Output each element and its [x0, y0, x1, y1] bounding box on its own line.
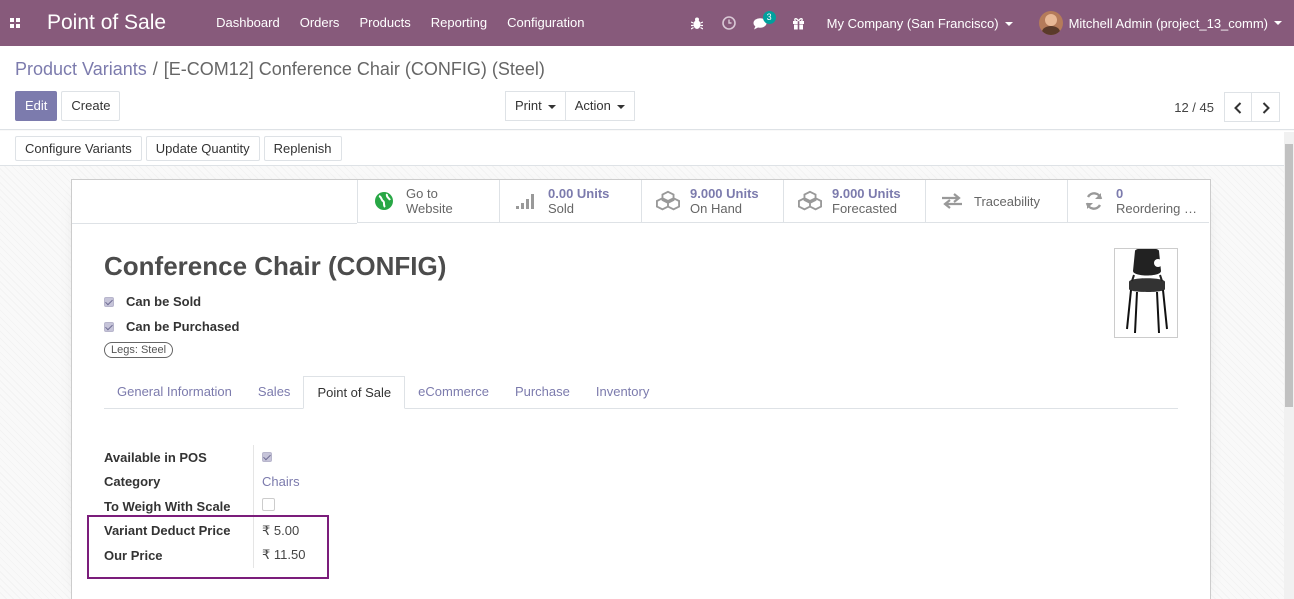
signal-icon: [514, 189, 538, 213]
sold-value: 0.00 Units: [548, 186, 610, 201]
forecasted-smart-button[interactable]: 9.000 Units Forecasted: [783, 180, 925, 223]
clock-icon[interactable]: [713, 0, 745, 46]
action-dropdown[interactable]: Action: [565, 91, 635, 121]
can-be-sold-row: Can be Sold: [104, 294, 201, 309]
on-hand-smart-button[interactable]: 9.000 Units On Hand: [641, 180, 783, 223]
on-hand-label: On Hand: [690, 201, 743, 216]
forecasted-label: Forecasted: [832, 201, 898, 216]
print-label: Print: [515, 98, 542, 113]
breadcrumb-separator: /: [152, 59, 158, 79]
bug-icon[interactable]: [681, 0, 713, 46]
reordering-label: Reordering Rules: [1116, 201, 1206, 216]
available-in-pos-checkbox[interactable]: [262, 451, 272, 462]
chevron-down-icon: [547, 104, 556, 109]
category-label: Category: [104, 469, 254, 494]
on-hand-value: 9.000 Units: [690, 186, 759, 201]
website-smart-button[interactable]: Go to Website: [357, 180, 499, 223]
field-row: Available in POS: [104, 445, 305, 470]
top-navbar: Point of Sale Dashboard Orders Products …: [0, 0, 1294, 46]
tab-purchase[interactable]: Purchase: [502, 376, 583, 408]
sold-label: Sold: [548, 201, 575, 216]
reordering-smart-button[interactable]: 0Reordering Rules: [1067, 180, 1209, 223]
to-weigh-checkbox[interactable]: [262, 498, 275, 512]
menu-products[interactable]: Products: [349, 0, 420, 46]
tab-sales[interactable]: Sales: [245, 376, 304, 408]
gift-icon[interactable]: [783, 0, 815, 46]
messages-icon[interactable]: 3: [745, 0, 777, 46]
cubes-icon: [656, 189, 680, 213]
reordering-value: 0: [1116, 186, 1124, 201]
apps-menu-icon[interactable]: [0, 0, 30, 46]
traceability-smart-button[interactable]: Traceability: [925, 180, 1067, 223]
globe-icon: [372, 189, 396, 213]
create-button[interactable]: Create: [61, 91, 121, 121]
breadcrumb-parent-link[interactable]: Product Variants: [15, 59, 147, 79]
cubes-icon: [798, 189, 822, 213]
tab-ecommerce[interactable]: eCommerce: [405, 376, 502, 408]
notebook-tabs: General Information Sales Point of Sale …: [104, 376, 1178, 409]
user-name: Mitchell Admin (project_13_comm): [1068, 15, 1268, 31]
pager: 12 / 45: [1174, 92, 1280, 122]
chevron-down-icon: [1274, 21, 1282, 25]
avatar: [1038, 11, 1063, 35]
tab-general-information[interactable]: General Information: [104, 376, 245, 408]
chevron-left-icon: [1234, 101, 1242, 114]
scrollbar[interactable]: [1284, 132, 1294, 599]
menu-dashboard[interactable]: Dashboard: [206, 0, 290, 46]
edit-button[interactable]: Edit: [15, 91, 58, 121]
website-line1: Go to: [406, 186, 438, 201]
breadcrumb-current: [E-COM12] Conference Chair (CONFIG) (Ste…: [163, 59, 545, 79]
can-be-sold-label: Can be Sold: [126, 294, 202, 309]
chevron-right-icon: [1262, 101, 1270, 114]
pager-next-button[interactable]: [1252, 92, 1280, 122]
field-row: Category Chairs: [104, 469, 305, 494]
form-statusbar: Configure Variants Update Quantity Reple…: [0, 131, 1294, 166]
pager-previous-button[interactable]: [1224, 92, 1252, 122]
traceability-label: Traceability: [974, 193, 1040, 209]
menu-reporting[interactable]: Reporting: [421, 0, 497, 46]
replenish-button[interactable]: Replenish: [263, 136, 342, 161]
breadcrumb: Product Variants / [E-COM12] Conference Ch…: [15, 59, 545, 80]
update-quantity-button[interactable]: Update Quantity: [145, 136, 260, 161]
tab-inventory[interactable]: Inventory: [583, 376, 662, 408]
refresh-icon: [1082, 189, 1106, 213]
menu-configuration[interactable]: Configuration: [497, 0, 594, 46]
can-be-purchased-checkbox[interactable]: [104, 321, 114, 332]
control-panel: Product Variants / [E-COM12] Conference Ch…: [0, 46, 1294, 130]
action-label: Action: [574, 98, 611, 113]
smart-buttons: Go to Website 0.00 Units Sold 9.000 Units O…: [357, 180, 1209, 223]
forecasted-value: 9.000 Units: [832, 186, 901, 201]
category-link[interactable]: Chairs: [254, 474, 300, 489]
can-be-purchased-row: Can be Purchased: [104, 319, 239, 334]
sold-smart-button[interactable]: 0.00 Units Sold: [499, 180, 641, 223]
main-menu: Dashboard Orders Products Reporting Conf…: [206, 0, 594, 46]
configure-variants-button[interactable]: Configure Variants: [15, 136, 142, 161]
chevron-down-icon: [1004, 22, 1013, 27]
can-be-purchased-label: Can be Purchased: [126, 319, 240, 334]
company-name: My Company (San Francisco): [826, 15, 999, 31]
print-dropdown[interactable]: Print: [505, 91, 566, 121]
app-title[interactable]: Point of Sale: [47, 11, 166, 35]
messages-badge: 3: [762, 11, 776, 24]
tab-point-of-sale[interactable]: Point of Sale: [303, 376, 406, 409]
price-highlight-box: [87, 515, 329, 579]
website-line2: Website: [406, 201, 453, 216]
chevron-down-icon: [616, 104, 625, 109]
available-in-pos-label: Available in POS: [104, 445, 254, 470]
company-switcher[interactable]: My Company (San Francisco): [815, 16, 1025, 31]
product-image[interactable]: [1114, 248, 1178, 338]
attribute-tag: Legs: Steel: [104, 342, 174, 358]
pager-value[interactable]: 12 / 45: [1174, 100, 1214, 115]
can-be-sold-checkbox[interactable]: [104, 296, 114, 307]
menu-orders[interactable]: Orders: [290, 0, 350, 46]
product-name: Conference Chair (CONFIG): [104, 251, 447, 281]
user-menu[interactable]: Mitchell Admin (project_13_comm): [1025, 11, 1294, 35]
scrollbar-thumb[interactable]: [1285, 144, 1293, 407]
exchange-icon: [940, 189, 964, 213]
